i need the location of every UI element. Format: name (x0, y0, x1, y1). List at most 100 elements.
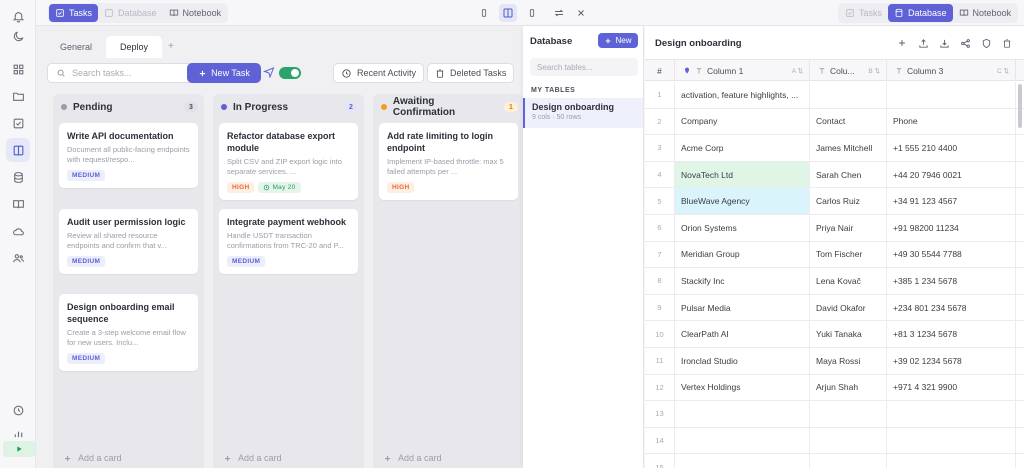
column-header-2[interactable]: Colu... B ⇅ (810, 60, 887, 81)
table-cell[interactable] (887, 401, 1016, 427)
tab-notebook-left[interactable]: Notebook (163, 4, 228, 22)
table-cell[interactable]: Yuki Tanaka (810, 321, 887, 347)
clock-icon[interactable] (6, 398, 30, 422)
task-card[interactable]: Refactor database export module Split CS… (219, 123, 358, 200)
table-cell[interactable]: Ironclad Studio (675, 347, 810, 374)
table-row[interactable]: 8 Stackify Inc Lena Kovač +385 1 234 5678 (645, 268, 1024, 295)
table-cell[interactable]: Arjun Shah (810, 374, 887, 401)
close-icon[interactable] (572, 4, 590, 22)
table-row[interactable]: 6 Orion Systems Priya Nair +91 98200 11234 (645, 214, 1024, 242)
database-icon[interactable] (6, 165, 30, 189)
column-header-1[interactable]: Column 1 A ⇅ (675, 60, 810, 81)
send-icon[interactable] (263, 66, 275, 78)
table-row[interactable]: 5 BlueWave Agency Carlos Ruiz +34 91 123 45… (645, 188, 1024, 215)
share-icon[interactable] (956, 34, 974, 52)
table-cell[interactable]: Maya Rossi (810, 347, 887, 374)
table-cell[interactable] (810, 454, 887, 468)
table-cell[interactable]: activation, feature highlights, ... (675, 82, 810, 108)
add-tab-button[interactable]: + (168, 36, 174, 58)
table-cell[interactable] (675, 401, 810, 427)
table-cell[interactable]: Company (675, 108, 810, 135)
vertical-scrollbar[interactable] (1018, 84, 1022, 128)
new-table-button[interactable]: New (598, 33, 638, 48)
table-cell[interactable]: BlueWave Agency (675, 188, 810, 214)
tab-general[interactable]: General (46, 36, 106, 58)
cloud-icon[interactable] (6, 219, 30, 243)
table-row[interactable]: 3 Acme Corp James Mitchell +1 555 210 4400 (645, 135, 1024, 162)
table-row[interactable]: 14 (645, 427, 1024, 455)
table-cell[interactable]: Pulsar Media (675, 294, 810, 321)
table-row[interactable]: 10 ClearPath AI Yuki Tanaka +81 3 1234 5678 (645, 321, 1024, 348)
shield-icon[interactable] (977, 34, 995, 52)
search-input[interactable] (72, 68, 202, 78)
tab-deploy[interactable]: Deploy (106, 36, 163, 58)
table-cell[interactable]: Acme Corp (675, 135, 810, 161)
table-cell[interactable]: James Mitchell (810, 135, 887, 161)
table-cell[interactable] (675, 427, 810, 454)
checkbox-icon[interactable] (6, 111, 30, 135)
split-view-icon[interactable] (6, 138, 30, 162)
board-toggle[interactable] (279, 67, 301, 79)
recent-activity-button[interactable]: Recent Activity (333, 63, 425, 83)
table-cell[interactable]: Tom Fischer (810, 241, 887, 268)
task-card[interactable]: Integrate payment webhook Handle USDT tr… (219, 209, 358, 274)
upload-icon[interactable] (914, 34, 932, 52)
swap-panes-icon[interactable] (550, 4, 568, 22)
table-cell[interactable]: +81 3 1234 5678 (887, 321, 1016, 347)
column-header-3[interactable]: Column 3 C ⇅ (887, 60, 1016, 81)
book-icon[interactable] (6, 192, 30, 216)
table-cell[interactable]: NovaTech Ltd (675, 161, 810, 188)
table-cell[interactable] (887, 427, 1016, 454)
table-cell[interactable]: Stackify Inc (675, 268, 810, 294)
grid-icon[interactable] (6, 57, 30, 81)
deleted-tasks-button[interactable]: Deleted Tasks (427, 63, 515, 83)
table-row[interactable]: 9 Pulsar Media David Okafor +234 801 234 56… (645, 294, 1024, 322)
table-cell[interactable]: +1 555 210 4400 (887, 135, 1016, 161)
task-card[interactable]: Write API documentation Document all pub… (59, 123, 198, 188)
table-row[interactable]: 12 Vertex Holdings Arjun Shah +971 4 321 99… (645, 374, 1024, 402)
table-cell[interactable] (887, 454, 1016, 468)
table-cell[interactable]: Priya Nair (810, 214, 887, 241)
table-cell[interactable]: +49 30 5544 7788 (887, 241, 1016, 268)
task-card[interactable]: Add rate limiting to login endpoint Impl… (379, 123, 518, 200)
table-cell[interactable]: +39 02 1234 5678 (887, 347, 1016, 374)
table-row[interactable]: 13 (645, 401, 1024, 428)
table-row[interactable]: 4 NovaTech Ltd Sarah Chen +44 20 7946 0021 (645, 161, 1024, 189)
table-row[interactable]: 15 (645, 454, 1024, 468)
split-pane-icon[interactable] (499, 4, 517, 22)
table-cell[interactable]: Sarah Chen (810, 161, 887, 188)
add-card-button[interactable]: Add a card (63, 453, 122, 463)
table-cell[interactable]: +91 98200 11234 (887, 214, 1016, 241)
table-search-input[interactable] (537, 62, 633, 72)
tab-tasks-right[interactable]: Tasks (839, 4, 888, 22)
trash-icon[interactable] (998, 34, 1016, 52)
download-icon[interactable] (935, 34, 953, 52)
table-row[interactable]: 11 Ironclad Studio Maya Rossi +39 02 1234 5… (645, 347, 1024, 375)
table-cell[interactable]: +971 4 321 9900 (887, 374, 1016, 401)
table-cell[interactable] (675, 454, 810, 468)
table-cell[interactable]: Phone (887, 108, 1016, 135)
single-pane-icon[interactable] (475, 4, 493, 22)
new-task-button[interactable]: New Task (187, 63, 261, 83)
folder-icon[interactable] (6, 84, 30, 108)
table-cell[interactable]: Contact (810, 108, 887, 135)
play-icon[interactable] (3, 441, 35, 457)
table-cell[interactable] (810, 401, 887, 427)
table-cell[interactable] (810, 82, 887, 108)
table-cell[interactable]: ClearPath AI (675, 321, 810, 347)
tab-database-left[interactable]: Database (98, 4, 163, 22)
task-card[interactable]: Design onboarding email sequence Create … (59, 294, 198, 371)
table-cell[interactable]: Lena Kovač (810, 268, 887, 294)
tab-database-right[interactable]: Database (888, 4, 953, 22)
task-card[interactable]: Audit user permission logic Review all s… (59, 209, 198, 274)
tab-tasks-left[interactable]: Tasks (49, 4, 99, 22)
add-icon[interactable] (893, 34, 911, 52)
table-cell[interactable]: Orion Systems (675, 214, 810, 241)
right-pane-icon[interactable] (523, 4, 541, 22)
table-cell[interactable]: +44 20 7946 0021 (887, 161, 1016, 188)
table-row[interactable]: 7 Meridian Group Tom Fischer +49 30 5544 77… (645, 241, 1024, 269)
users-icon[interactable] (6, 246, 30, 270)
add-card-button[interactable]: Add a card (383, 453, 442, 463)
table-cell[interactable]: Meridian Group (675, 241, 810, 268)
table-cell[interactable] (810, 427, 887, 454)
